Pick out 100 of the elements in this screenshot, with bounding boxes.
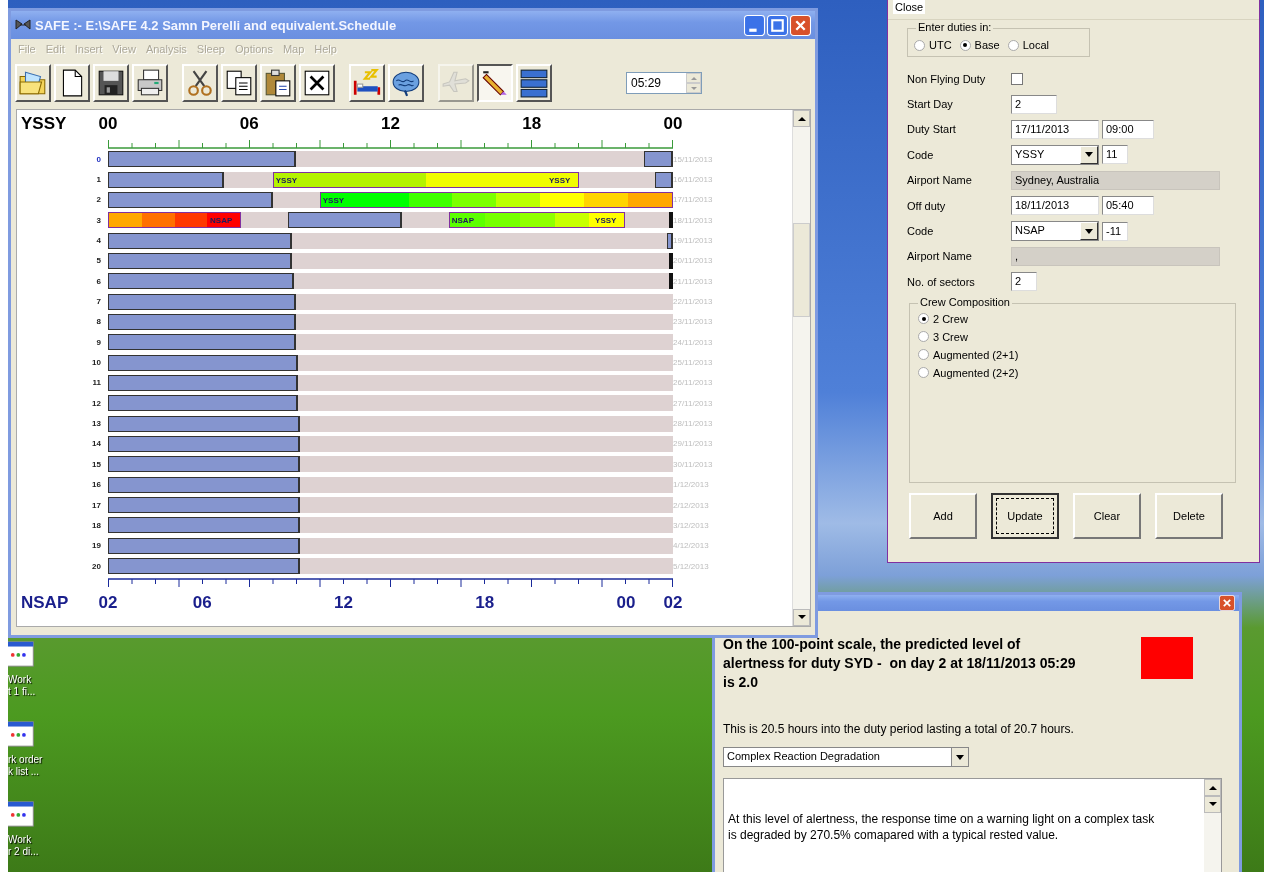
date-field[interactable]: 18/11/2013 xyxy=(1011,196,1099,216)
duty-bar[interactable]: YSSY YSSY xyxy=(272,171,580,188)
radio-circle[interactable] xyxy=(959,39,971,51)
text-field[interactable]: 2 xyxy=(1011,94,1057,114)
date-label: 23/11/2013 xyxy=(673,317,714,327)
close-icon[interactable] xyxy=(790,14,811,36)
radio-option[interactable]: UTC xyxy=(914,39,952,51)
duty-progress-text: This is 20.5 hours into the duty period lasting a total of 20.7 hours. xyxy=(723,722,1075,736)
sleep-bar[interactable] xyxy=(108,374,299,391)
sleep-bar[interactable] xyxy=(288,212,402,229)
day-number: 11 xyxy=(91,378,101,388)
code-dropdown[interactable]: YSSY xyxy=(1011,144,1099,165)
sleep-bar[interactable] xyxy=(108,313,297,330)
sleep-bar[interactable] xyxy=(108,395,299,412)
icon-label[interactable]: r 2 di... xyxy=(8,846,39,858)
sleep-bar[interactable] xyxy=(643,151,673,168)
hour-label: 12 xyxy=(333,592,353,615)
explanation-text: At this level of alertness, the response time on a warning light on a complex task is degraded by 270.5% comapared with a typical rested value. xyxy=(727,811,1156,844)
explanation-text-area[interactable]: At this level of alertness, the response time on a warning light on a complex task is degraded by 270.5% comapared with a typical rested value. xyxy=(723,778,1222,872)
radio-circle[interactable] xyxy=(918,367,929,378)
date-label: 19/11/2013 xyxy=(673,236,714,246)
date-field[interactable]: 17/11/2013 xyxy=(1011,119,1099,139)
sleep-bar[interactable] xyxy=(108,517,301,534)
field-label: Duty Start xyxy=(907,123,957,136)
measure-dropdown[interactable]: Complex Reaction Degradation xyxy=(723,747,969,767)
hour-label: 18 xyxy=(475,592,495,615)
day-number: 10 xyxy=(91,358,101,368)
duty-bar[interactable]: NSAP xyxy=(108,212,242,229)
vertical-scrollbar[interactable] xyxy=(792,110,810,626)
radio-option[interactable]: Augmented (2+1) xyxy=(918,348,1227,361)
radio-option[interactable]: 2 Crew xyxy=(918,312,1227,325)
code-dropdown[interactable]: NSAP xyxy=(1011,221,1099,242)
airport-code: YSSY xyxy=(549,174,571,186)
radio-circle[interactable] xyxy=(1007,39,1019,51)
sleep-bar[interactable] xyxy=(108,537,301,554)
sleep-bar[interactable] xyxy=(108,415,301,432)
radio-circle[interactable] xyxy=(918,313,929,324)
sleep-bar[interactable] xyxy=(667,232,673,249)
alertness-message: On the 100-point scale, the predicted level of alertness for duty SYD - on day 2 at 18/11/2013 05:29 is 2.0 xyxy=(723,635,1076,692)
sleep-bar[interactable] xyxy=(108,252,293,269)
dropdown-arrow-icon xyxy=(1085,228,1093,234)
icon-label[interactable]: Work xyxy=(8,834,39,846)
checkbox[interactable] xyxy=(1011,72,1023,85)
time-spinner[interactable]: 05:29 xyxy=(626,72,702,94)
minimize-icon[interactable] xyxy=(744,14,765,36)
sleep-bar[interactable] xyxy=(108,293,297,310)
hour-label: 06 xyxy=(239,113,259,135)
sleep-bar[interactable] xyxy=(108,273,295,290)
readonly-field: , xyxy=(1011,246,1220,266)
icon-label[interactable]: t 1 fi... xyxy=(8,686,36,698)
day-number: 17 xyxy=(91,500,101,510)
sleep-bar[interactable] xyxy=(108,151,297,168)
duty-bar[interactable]: NSAP YSSY xyxy=(448,212,626,229)
sleep-bar[interactable] xyxy=(108,334,297,351)
sleep-bar[interactable] xyxy=(108,476,301,493)
radio-option[interactable]: Augmented (2+2) xyxy=(918,366,1227,379)
offset-field[interactable]: 11 xyxy=(1102,145,1128,165)
day-number: 0 xyxy=(95,154,101,164)
time-field[interactable]: 09:00 xyxy=(1102,119,1154,139)
day-number: 5 xyxy=(95,256,101,266)
sleep-bar[interactable] xyxy=(108,232,293,249)
duty-marker[interactable] xyxy=(669,252,673,269)
time-field[interactable]: 05:40 xyxy=(1102,196,1154,216)
sleep-bar[interactable] xyxy=(655,171,673,188)
radio-option[interactable]: 3 Crew xyxy=(918,330,1227,343)
close-menu-item[interactable]: Close xyxy=(893,0,926,14)
hour-label: 12 xyxy=(381,113,400,135)
push-button[interactable]: Delete xyxy=(1155,492,1223,539)
close-icon[interactable] xyxy=(1219,595,1235,611)
day-number: 14 xyxy=(91,439,101,449)
push-button[interactable]: Add xyxy=(909,492,977,539)
day-number: 6 xyxy=(95,276,101,286)
toolbar-button[interactable] xyxy=(477,64,513,102)
sleep-bar[interactable] xyxy=(108,354,299,371)
radio-circle[interactable] xyxy=(918,349,929,360)
duty-marker[interactable] xyxy=(669,212,673,229)
sleep-bar[interactable] xyxy=(108,456,301,473)
vertical-scrollbar[interactable] xyxy=(1204,779,1221,872)
radio-option[interactable]: Base xyxy=(959,39,1000,51)
radio-circle[interactable] xyxy=(914,39,925,51)
text-field[interactable]: 2 xyxy=(1011,272,1037,292)
duty-marker[interactable] xyxy=(669,273,673,290)
spin-down-icon xyxy=(689,85,698,91)
field-label: No. of sectors xyxy=(907,275,976,288)
airport-code: YSSY xyxy=(595,215,617,227)
maximize-icon[interactable] xyxy=(767,14,788,36)
sleep-bar[interactable] xyxy=(108,171,224,188)
scroll-thumb[interactable] xyxy=(793,223,810,317)
push-button[interactable]: Update xyxy=(991,492,1059,539)
offset-field[interactable]: -11 xyxy=(1102,221,1128,241)
icon-label[interactable]: k list ... xyxy=(8,766,43,778)
icon-label[interactable]: rk order xyxy=(8,754,43,766)
sleep-bar[interactable] xyxy=(108,191,273,208)
radio-circle[interactable] xyxy=(918,331,929,342)
push-button[interactable]: Clear xyxy=(1073,492,1141,539)
duty-bar[interactable]: YSSY xyxy=(319,191,673,208)
hour-label: 00 xyxy=(98,113,118,135)
sleep-bar[interactable] xyxy=(108,558,301,575)
radio-option[interactable]: Local xyxy=(1007,39,1049,51)
date-label: 17/11/2013 xyxy=(673,195,714,205)
